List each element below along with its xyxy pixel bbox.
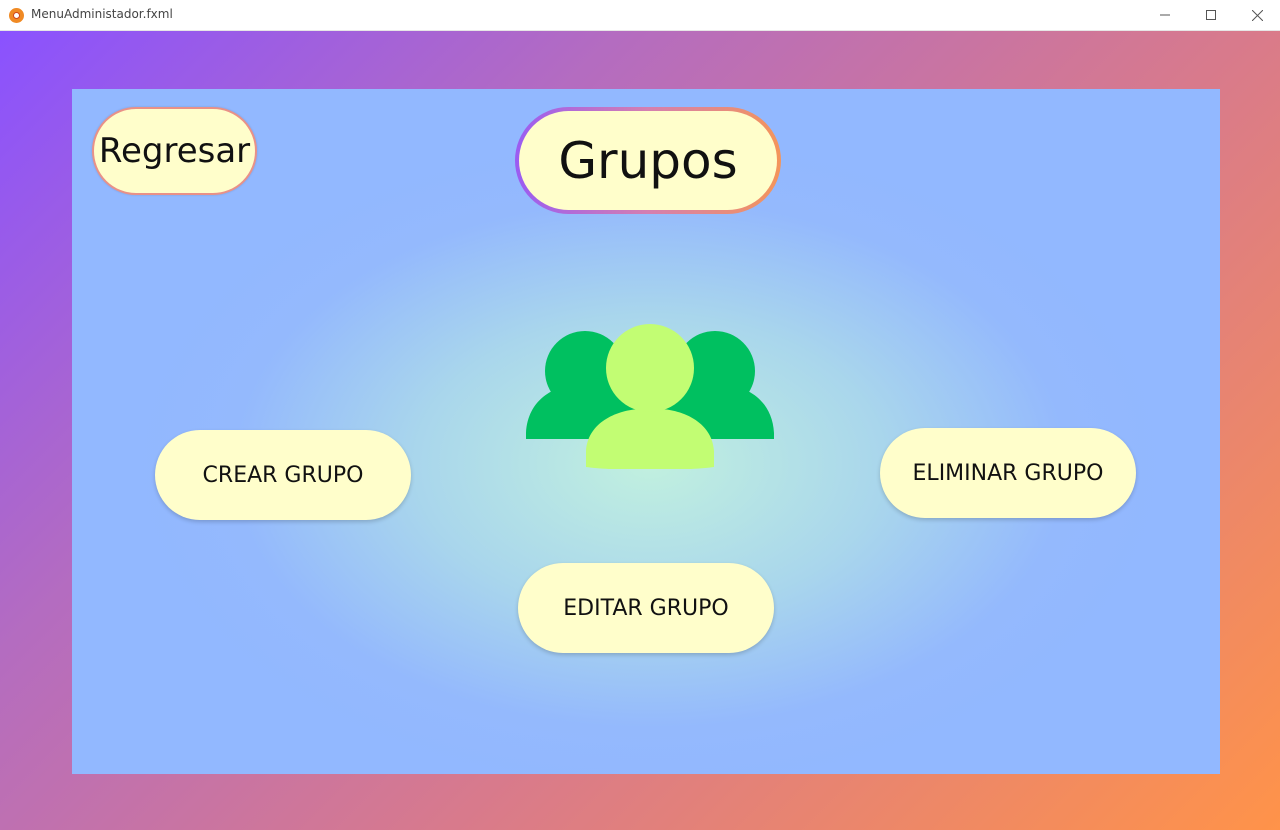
- gradient-frame: Regresar Grupos CREAR GRUPO ELIMINAR GRU…: [0, 31, 1280, 830]
- content-panel: Regresar Grupos CREAR GRUPO ELIMINAR GRU…: [72, 89, 1220, 774]
- close-icon: [1251, 9, 1263, 21]
- app-window: MenuAdministador.fxml Regresar Grupos CR…: [0, 0, 1280, 830]
- maximize-button[interactable]: [1188, 0, 1234, 30]
- back-button[interactable]: Regresar: [92, 107, 257, 195]
- maximize-icon: [1206, 10, 1216, 20]
- minimize-button[interactable]: [1142, 0, 1188, 30]
- minimize-icon: [1160, 14, 1170, 16]
- group-users-icon: [526, 324, 774, 469]
- edit-group-button[interactable]: EDITAR GRUPO: [518, 563, 774, 653]
- close-button[interactable]: [1234, 0, 1280, 30]
- title-bar[interactable]: MenuAdministador.fxml: [0, 0, 1280, 31]
- delete-group-button[interactable]: ELIMINAR GRUPO: [880, 428, 1136, 518]
- create-group-button[interactable]: CREAR GRUPO: [155, 430, 411, 520]
- window-title: MenuAdministador.fxml: [31, 7, 173, 21]
- page-title: Grupos: [515, 107, 781, 214]
- app-logo-icon: [9, 8, 24, 23]
